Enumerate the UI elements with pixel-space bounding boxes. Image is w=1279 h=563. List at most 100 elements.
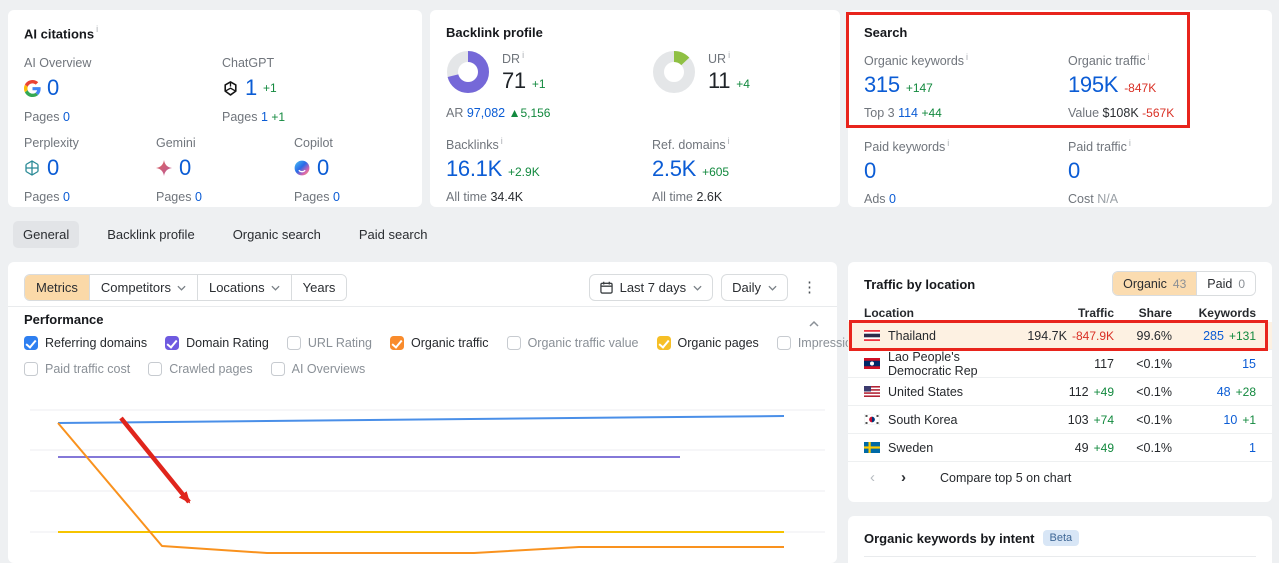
tab-organic-search[interactable]: Organic search <box>223 221 331 248</box>
organic-traffic-value[interactable]: 195K <box>1068 72 1118 98</box>
gemini-value[interactable]: 0 <box>179 155 191 181</box>
top3-link[interactable]: 114 <box>898 106 918 120</box>
location-row-united-states[interactable]: United States 112 +49 <0.1% 48 +28 <box>848 378 1272 406</box>
ads-link[interactable]: 0 <box>889 192 896 206</box>
copilot-stat: Copilot 0 Pages 0 <box>294 136 340 204</box>
metric-checkbox-row-2: Paid traffic cost Crawled pages AI Overvie… <box>24 362 365 376</box>
search-title: Search <box>864 25 908 40</box>
ur-donut-chart <box>653 51 695 93</box>
pages-link[interactable]: 0 <box>333 190 340 204</box>
keywords-link[interactable]: 10 <box>1223 413 1237 427</box>
flag-icon-se <box>864 442 880 453</box>
tab-bar: General Backlink profile Organic search Pai… <box>13 221 438 248</box>
info-icon: i <box>947 138 950 148</box>
next-page-button[interactable]: › <box>895 467 912 488</box>
metric-checkbox-row-1: Referring domains Domain Rating URL Rating… <box>24 336 963 350</box>
keywords-link[interactable]: 1 <box>1249 441 1256 455</box>
location-row-thailand[interactable]: Thailand 194.7K -847.9K 99.6% 285 +131 <box>848 322 1272 350</box>
competitors-filter-button[interactable]: Competitors <box>88 275 197 300</box>
checkbox-ai-overviews[interactable]: AI Overviews <box>270 362 365 376</box>
unchecked-checkbox-icon[interactable] <box>24 362 38 376</box>
checkbox-organic-traffic[interactable]: Organic traffic <box>389 336 489 350</box>
gemini-stat: Gemini 0 Pages 0 <box>156 136 202 204</box>
paid-traffic-stat: Paid traffic i 0 Cost N/A <box>1068 138 1131 207</box>
share-value: 99.6% <box>1136 328 1172 343</box>
dr-text: DR i 71 +1 <box>502 50 546 94</box>
copilot-icon <box>294 160 311 177</box>
info-icon: i <box>1128 138 1131 148</box>
unchecked-checkbox-icon[interactable] <box>286 336 301 350</box>
ai-overview-value[interactable]: 0 <box>47 75 59 101</box>
toggle-paid[interactable]: Paid 0 <box>1196 272 1255 295</box>
checked-checkbox-icon[interactable] <box>24 336 38 350</box>
organic-paid-toggle: Organic 43 Paid 0 <box>1112 271 1256 296</box>
unchecked-checkbox-icon[interactable] <box>270 362 285 376</box>
checkbox-organic-traffic-value[interactable]: Organic traffic value <box>506 336 639 350</box>
ar-stat: AR 97,082 ▲5,156 <box>446 106 551 120</box>
checked-checkbox-icon[interactable] <box>165 336 180 350</box>
perplexity-value[interactable]: 0 <box>47 155 59 181</box>
pages-link[interactable]: 0 <box>63 190 70 204</box>
flag-icon-us <box>864 386 880 397</box>
traffic-delta: -847.9K <box>1071 328 1114 343</box>
checkbox-organic-pages[interactable]: Organic pages <box>656 336 759 350</box>
location-name: South Korea <box>888 412 958 427</box>
traffic-value: 112 <box>1068 384 1089 399</box>
unchecked-checkbox-icon[interactable] <box>148 362 163 376</box>
checked-checkbox-icon[interactable] <box>656 336 671 350</box>
chatgpt-stat: ChatGPT 1 +1 Pages 1 +1 <box>222 56 286 124</box>
keywords-link[interactable]: 48 <box>1217 385 1231 399</box>
tab-paid-search[interactable]: Paid search <box>349 221 438 248</box>
beta-badge: Beta <box>1042 530 1080 546</box>
series-referring-domains <box>57 415 785 424</box>
checkbox-paid-traffic-cost[interactable]: Paid traffic cost <box>24 362 130 376</box>
paid-keywords-value[interactable]: 0 <box>864 158 876 183</box>
copilot-value[interactable]: 0 <box>317 155 329 181</box>
info-icon: i <box>727 136 730 146</box>
share-value: <0.1% <box>1136 440 1172 455</box>
flag-icon-kr <box>863 413 881 426</box>
organic-keywords-value[interactable]: 315 <box>864 72 900 98</box>
pages-link[interactable]: 1 <box>261 110 268 124</box>
checkbox-url-rating[interactable]: URL Rating <box>286 336 372 350</box>
performance-panel: Metrics Competitors Locations Years Last… <box>8 262 963 563</box>
intent-title: Organic keywords by intent <box>864 530 1035 546</box>
paid-traffic-value[interactable]: 0 <box>1068 158 1080 183</box>
location-row-sweden[interactable]: Sweden 49 +49 <0.1% 1 <box>848 434 1272 462</box>
collapse-chevron-icon[interactable] <box>809 314 819 332</box>
tab-backlink-profile[interactable]: Backlink profile <box>97 221 204 248</box>
performance-section-title: Performance <box>24 312 104 327</box>
organic-keywords-stat: Organic keywords i 315 +147 Top 3 114 +44 <box>864 52 969 121</box>
toggle-organic[interactable]: Organic 43 <box>1113 272 1197 295</box>
prev-page-button[interactable]: ‹ <box>864 467 881 488</box>
chatgpt-value[interactable]: 1 <box>245 75 257 101</box>
checked-checkbox-icon[interactable] <box>389 336 404 350</box>
traffic-value: 103 <box>1067 412 1089 427</box>
kebab-menu-icon[interactable]: ⋮ <box>796 276 823 299</box>
pages-link[interactable]: 0 <box>195 190 202 204</box>
granularity-button[interactable]: Daily <box>721 274 788 301</box>
keywords-delta: +28 <box>1235 384 1256 399</box>
unchecked-checkbox-icon[interactable] <box>776 336 791 350</box>
traffic-delta: +49 <box>1093 384 1114 399</box>
keywords-link[interactable]: 285 <box>1203 329 1224 343</box>
pages-link[interactable]: 0 <box>63 110 70 124</box>
backlinks-value[interactable]: 16.1K <box>446 156 502 182</box>
locations-filter-button[interactable]: Locations <box>196 275 291 300</box>
location-row-lao-people-s-democratic-rep[interactable]: Lao People's Democratic Rep 117 <0.1% 15 <box>848 350 1272 378</box>
ref-domains-value[interactable]: 2.5K <box>652 156 696 182</box>
ar-value[interactable]: 97,082 <box>467 106 505 120</box>
unchecked-checkbox-icon[interactable] <box>506 336 521 350</box>
years-filter-button[interactable]: Years <box>290 275 347 300</box>
tab-general[interactable]: General <box>13 221 80 248</box>
checkbox-domain-rating[interactable]: Domain Rating <box>165 336 269 350</box>
checkbox-crawled-pages[interactable]: Crawled pages <box>148 362 253 376</box>
date-range-button[interactable]: Last 7 days <box>588 274 714 301</box>
compare-top5-link[interactable]: Compare top 5 on chart <box>940 471 1071 485</box>
dr-stat <box>446 50 490 99</box>
checkbox-referring-domains[interactable]: Referring domains <box>24 336 147 350</box>
location-row-south-korea[interactable]: South Korea 103 +74 <0.1% 10 +1 <box>848 406 1272 434</box>
keywords-link[interactable]: 15 <box>1242 357 1256 371</box>
metrics-filter-button[interactable]: Metrics <box>25 275 89 300</box>
ai-citations-title: AI citations i <box>24 24 99 42</box>
